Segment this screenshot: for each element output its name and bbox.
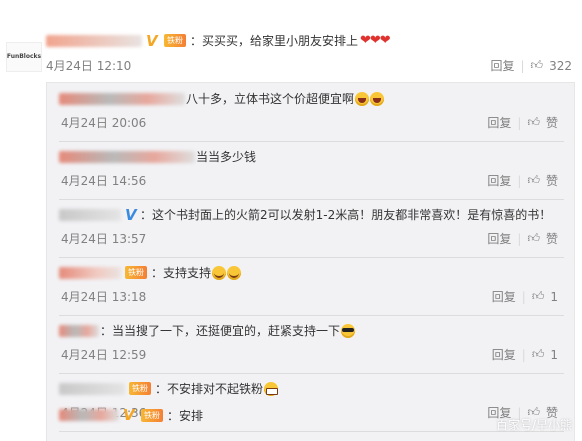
- reply-header: V ：这个书封面上的火箭2可以发射1-2米高！朋友都非常喜欢！是有惊喜的书！: [59, 206, 551, 223]
- thumbs-up-icon[interactable]: 👍︎: [527, 173, 540, 188]
- avatar[interactable]: FunBlocks: [6, 42, 42, 72]
- comment-actions: 回复 | 👍︎ 322: [490, 57, 572, 74]
- reply-actions: 回复 | 👍︎ 1: [492, 346, 558, 363]
- like-label[interactable]: 赞: [546, 172, 558, 189]
- reply-link[interactable]: 回复: [487, 114, 511, 131]
- grin-emoji-icon: [264, 381, 279, 396]
- reply-time: 4月24日 14:56: [61, 174, 147, 188]
- reply-text: ：不安排对不起铁粉: [155, 382, 264, 396]
- username-blurred[interactable]: [59, 266, 121, 279]
- laugh-emoji-icon: [355, 91, 370, 106]
- reply-text: 当当多少钱: [196, 150, 257, 164]
- verified-v-icon: V: [123, 406, 135, 424]
- heart-emoji-icon: ❤❤❤: [360, 33, 391, 48]
- verified-v-icon: V: [146, 31, 158, 50]
- reply-header: 铁粉 ：支持支持: [59, 264, 242, 281]
- reply-text: ：当当搜了一下，还挺便宜的，赶紧支持一下: [100, 324, 341, 338]
- reply-list: 八十多，立体书这个价超便宜啊 4月24日 20:06 回复 | 👍︎ 赞 当当多…: [46, 82, 575, 441]
- thumbs-up-icon[interactable]: 👍︎: [527, 115, 540, 130]
- sunglasses-emoji-icon: [341, 323, 356, 338]
- divider: |: [521, 347, 526, 362]
- reply-actions: 回复 | 👍︎ 赞: [487, 172, 558, 189]
- reply-link[interactable]: 回复: [487, 230, 511, 247]
- top-comment: V 铁粉 ：买买买，给家里小朋友安排上 ❤❤❤ 4月24日 12:10 回复 |…: [46, 30, 576, 78]
- reply-item: [59, 431, 564, 441]
- thumbs-up-icon[interactable]: 👍︎: [531, 58, 544, 73]
- reply-actions: 回复 | 👍︎ 1: [492, 288, 558, 305]
- username-blurred[interactable]: [59, 382, 125, 395]
- reply-actions: 回复 | 👍︎ 赞: [487, 114, 558, 131]
- username-blurred[interactable]: [59, 409, 119, 421]
- weibo-comment-page: FunBlocks V 铁粉 ：买买买，给家里小朋友安排上 ❤❤❤ 4月24日 …: [0, 0, 582, 441]
- reply-item: ：当当搜了一下，还挺便宜的，赶紧支持一下 4月24日 12:59 回复 | 👍︎…: [59, 315, 564, 374]
- blush-emoji-icon: [227, 265, 242, 280]
- avatar-logo-text: FunBlocks: [6, 53, 42, 60]
- like-label[interactable]: 赞: [546, 114, 558, 131]
- reply-text: ：安排: [167, 408, 204, 423]
- fan-badge: 铁粉: [129, 382, 151, 395]
- verified-v-icon: V: [125, 205, 137, 224]
- reply-actions: 回复 | 👍︎ 赞: [487, 230, 558, 247]
- reply-item: 铁粉 ：支持支持 4月24日 13:18 回复 | 👍︎ 1: [59, 257, 564, 316]
- comment-time: 4月24日 12:10: [46, 59, 132, 73]
- laugh-emoji-icon: [370, 91, 385, 106]
- username-blurred[interactable]: [59, 150, 195, 163]
- reply-link[interactable]: 回复: [490, 57, 514, 74]
- divider: |: [520, 58, 525, 73]
- reply-time: 4月24日 13:57: [61, 232, 147, 246]
- top-comment-header: V 铁粉 ：买买买，给家里小朋友安排上 ❤❤❤: [46, 31, 391, 50]
- divider: |: [517, 115, 522, 130]
- divider: |: [517, 173, 522, 188]
- reply-time: 4月24日 20:06: [61, 116, 147, 130]
- comment-text: ：买买买，给家里小朋友安排上: [190, 34, 359, 48]
- reply-text: ：支持支持: [151, 266, 212, 280]
- reply-header: 当当多少钱: [59, 148, 256, 165]
- reply-link[interactable]: 回复: [487, 172, 511, 189]
- fan-badge: 铁粉: [141, 408, 163, 422]
- reply-time: 4月24日 12:59: [61, 348, 147, 362]
- divider: |: [521, 289, 526, 304]
- divider: |: [517, 231, 522, 246]
- thumbs-up-icon[interactable]: 👍︎: [527, 231, 540, 246]
- blush-emoji-icon: [212, 265, 227, 280]
- reply-item: 当当多少钱 4月24日 14:56 回复 | 👍︎ 赞: [59, 141, 564, 200]
- like-count[interactable]: 1: [550, 290, 558, 304]
- reply-text: 八十多，立体书这个价超便宜啊: [186, 92, 355, 106]
- reply-time: 4月24日 13:18: [61, 290, 147, 304]
- fan-badge: 铁粉: [164, 34, 186, 47]
- reply-header: ：当当搜了一下，还挺便宜的，赶紧支持一下: [59, 322, 356, 339]
- username-blurred[interactable]: [59, 92, 185, 105]
- reply-item: V ：这个书封面上的火箭2可以发射1-2米高！朋友都非常喜欢！是有惊喜的书！ 4…: [59, 199, 564, 258]
- like-label[interactable]: 赞: [546, 230, 558, 247]
- reply-text: ：这个书封面上的火箭2可以发射1-2米高！朋友都非常喜欢！是有惊喜的书！: [140, 208, 552, 222]
- reply-header: 铁粉 ：不安排对不起铁粉: [59, 380, 279, 397]
- reply-link[interactable]: 回复: [492, 288, 516, 305]
- username-blurred[interactable]: [59, 208, 121, 221]
- like-count[interactable]: 322: [549, 59, 572, 73]
- watermark: 百家号/早小熊: [495, 418, 572, 432]
- username-blurred[interactable]: [59, 324, 99, 337]
- thumbs-up-icon[interactable]: 👍︎: [532, 347, 545, 362]
- reply-header: V 铁粉 ：安排: [59, 405, 203, 425]
- like-count[interactable]: 1: [550, 348, 558, 362]
- fan-badge: 铁粉: [125, 266, 147, 279]
- username-blurred[interactable]: [46, 34, 142, 47]
- thumbs-up-icon[interactable]: 👍︎: [532, 289, 545, 304]
- reply-link[interactable]: 回复: [492, 346, 516, 363]
- reply-header: 八十多，立体书这个价超便宜啊: [59, 90, 385, 107]
- reply-item: 八十多，立体书这个价超便宜啊 4月24日 20:06 回复 | 👍︎ 赞: [59, 83, 564, 142]
